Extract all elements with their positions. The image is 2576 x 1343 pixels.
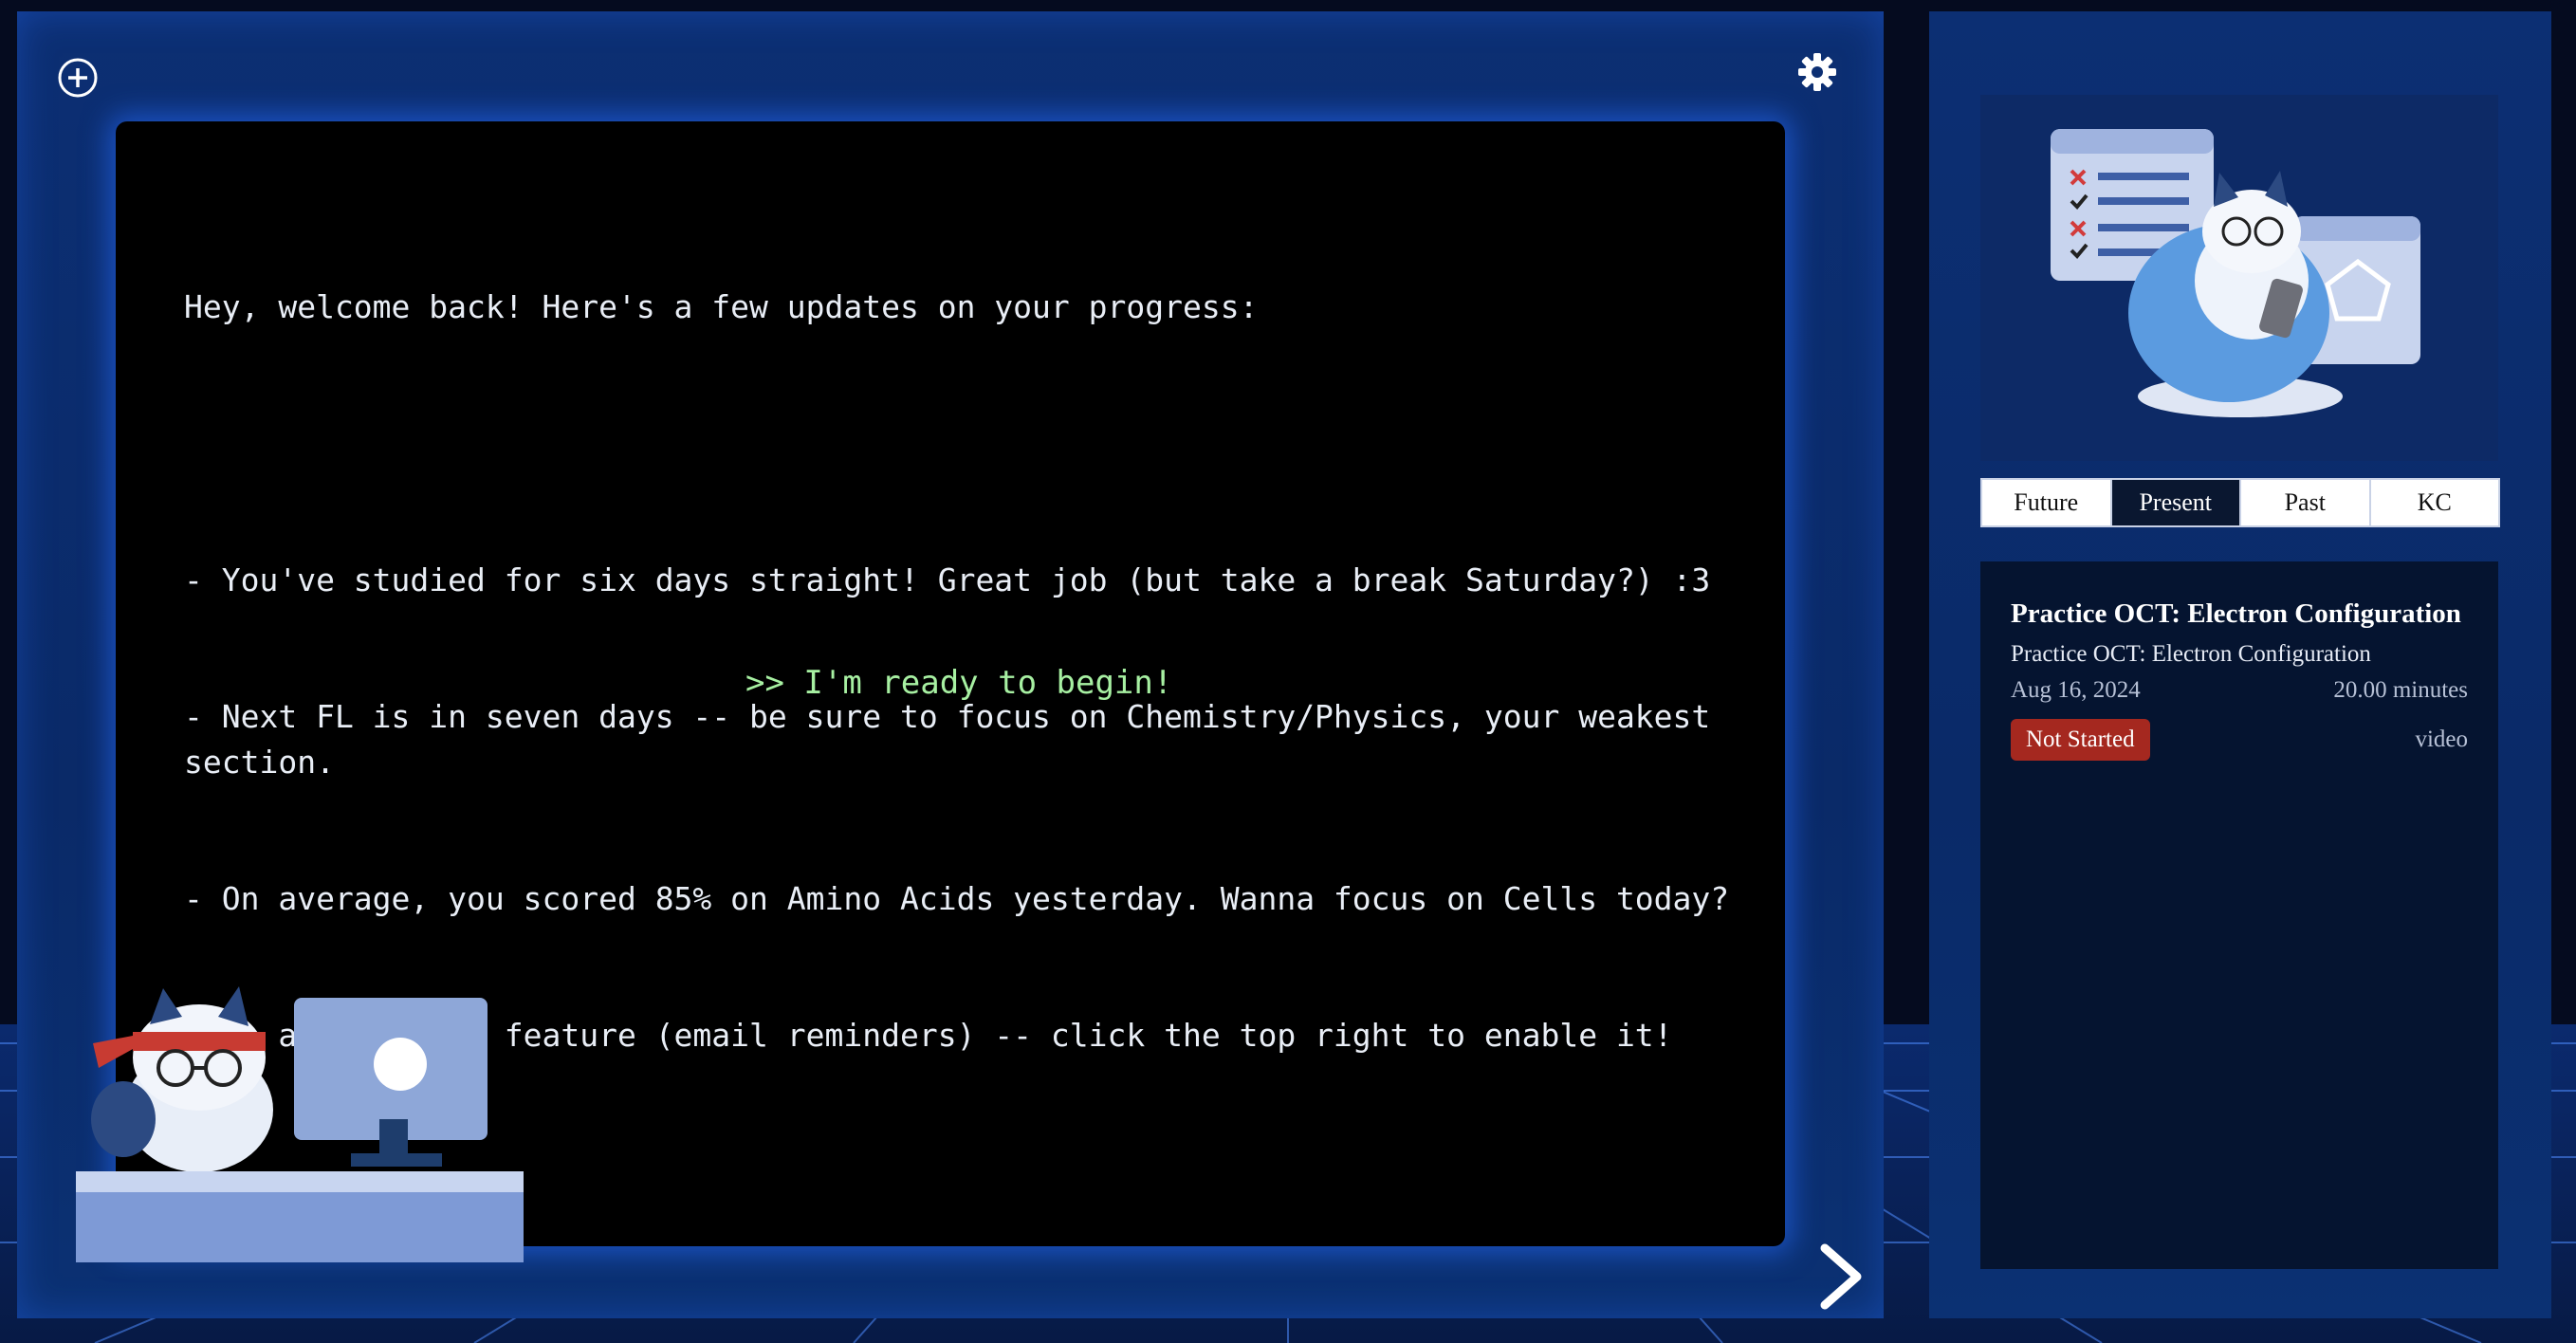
task-date: Aug 16, 2024 bbox=[2011, 677, 2141, 703]
task-footer: Not Started video bbox=[2011, 719, 2468, 761]
settings-button[interactable] bbox=[1794, 49, 1840, 95]
gear-icon bbox=[1798, 53, 1836, 91]
message-line: Hey, welcome back! Here's a few updates … bbox=[184, 288, 1259, 325]
message-line: - On average, you scored 85% on Amino Ac… bbox=[184, 880, 1730, 917]
tab-past[interactable]: Past bbox=[2239, 478, 2371, 527]
task-duration: 20.00 minutes bbox=[2333, 677, 2468, 703]
begin-button[interactable]: >> I'm ready to begin! bbox=[745, 664, 1172, 702]
task-subtitle: Practice OCT: Electron Configuration bbox=[2011, 641, 2371, 667]
tab-kc[interactable]: KC bbox=[2368, 478, 2500, 527]
timeline-tabs: Future Present Past KC bbox=[1980, 478, 2500, 531]
task-meta: Aug 16, 2024 20.00 minutes bbox=[2011, 677, 2468, 704]
task-title: Practice OCT: Electron Configuration bbox=[2011, 598, 2461, 629]
tab-present[interactable]: Present bbox=[2109, 478, 2241, 527]
task-list: Practice OCT: Electron Configuration Pra… bbox=[1980, 561, 2498, 1269]
message-line: - You've studied for six days straight! … bbox=[184, 561, 1711, 598]
chevron-right-icon bbox=[1820, 1243, 1862, 1310]
task-type-link[interactable]: video bbox=[2415, 727, 2468, 753]
mascot-computer-illustration bbox=[76, 986, 524, 1262]
side-panel: Future Present Past KC Practice OCT: Ele… bbox=[1929, 11, 2551, 1318]
message-line bbox=[184, 421, 1758, 467]
tab-future[interactable]: Future bbox=[1980, 478, 2112, 527]
add-button[interactable] bbox=[55, 55, 101, 101]
next-button[interactable] bbox=[1804, 1231, 1872, 1322]
task-card[interactable]: Practice OCT: Electron Configuration Pra… bbox=[2011, 594, 2468, 761]
study-illustration bbox=[1980, 95, 2498, 461]
status-badge: Not Started bbox=[2011, 719, 2150, 761]
plus-circle-icon bbox=[58, 58, 98, 98]
message-line: - Next FL is in seven days -- be sure to… bbox=[184, 698, 1730, 781]
